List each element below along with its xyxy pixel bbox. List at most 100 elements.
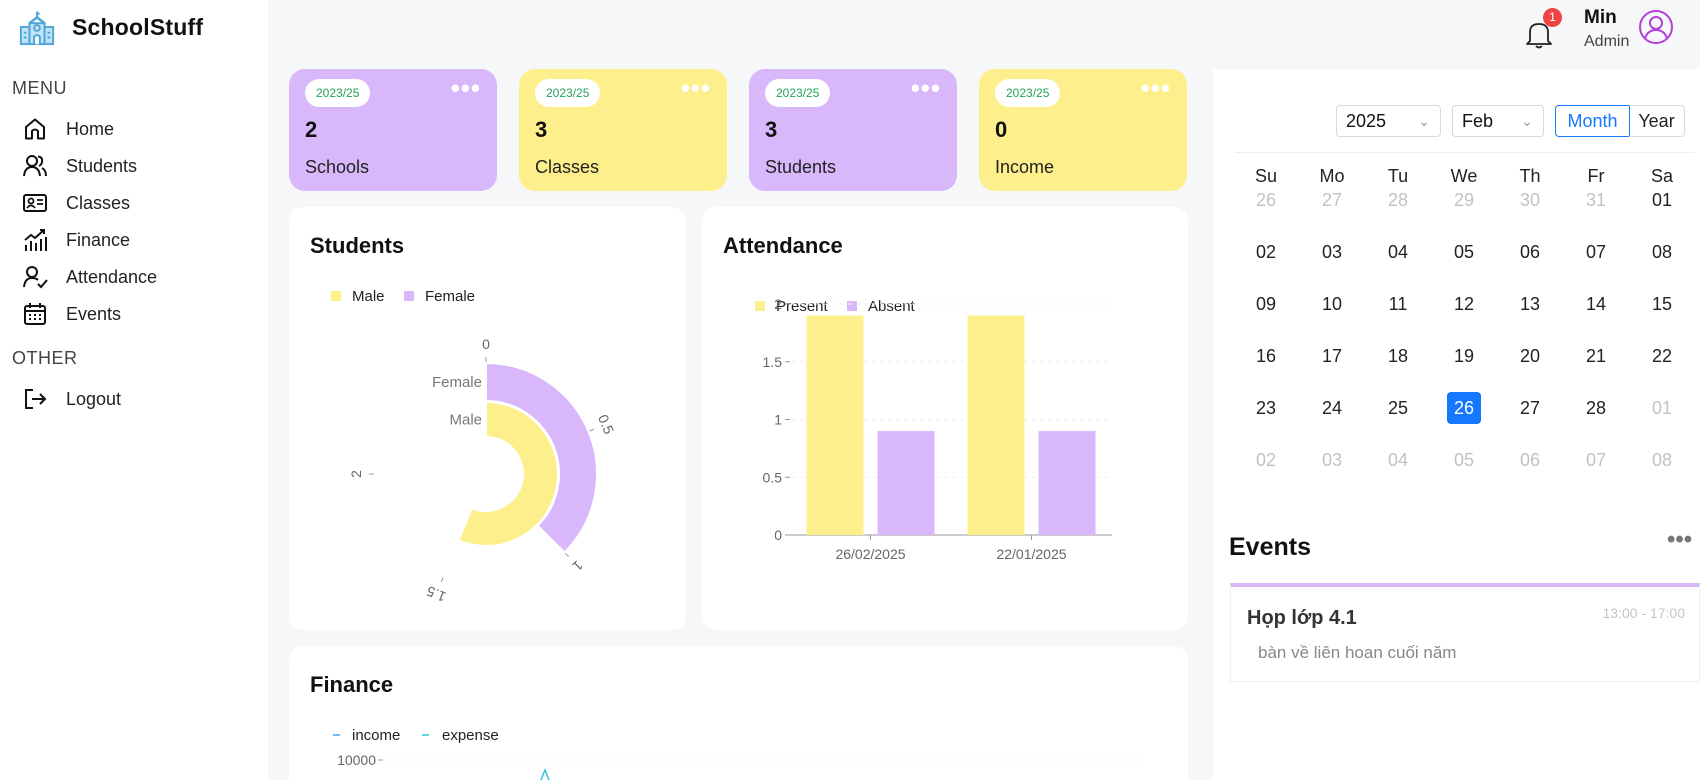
students-panel: Students Male Female Female Male 0 0.5 1 1.5 2 bbox=[289, 207, 686, 630]
stat-card-schools[interactable]: 2023/25 ••• 2 Schools bbox=[289, 69, 497, 191]
calendar-day[interactable]: 12 bbox=[1447, 288, 1481, 320]
calendar-day-selected[interactable]: 26 bbox=[1447, 392, 1481, 424]
radial-tick bbox=[440, 577, 444, 583]
month-select[interactable]: Feb ⌄ bbox=[1452, 105, 1544, 137]
stat-label: Income bbox=[995, 157, 1055, 177]
calendar-day[interactable]: 11 bbox=[1381, 288, 1415, 320]
more-icon[interactable]: ••• bbox=[1141, 73, 1171, 104]
calendar-day[interactable]: 22 bbox=[1645, 340, 1679, 372]
sidebar: SchoolStuff MENU Home Students Classes F… bbox=[0, 0, 268, 780]
stat-card-students[interactable]: 2023/25 ••• 3 Students bbox=[749, 69, 957, 191]
sidebar-item-attendance[interactable]: Attendance bbox=[22, 262, 157, 292]
id-card-icon bbox=[23, 194, 47, 212]
stat-value: 3 bbox=[765, 117, 778, 142]
calendar-day[interactable]: 19 bbox=[1447, 340, 1481, 372]
calendar-day[interactable]: 27 bbox=[1513, 392, 1547, 424]
user-role: Admin bbox=[1584, 33, 1630, 50]
calendar-day[interactable]: 06 bbox=[1513, 236, 1547, 268]
calendar-day[interactable]: 16 bbox=[1249, 340, 1283, 372]
bar-present[interactable] bbox=[967, 315, 1025, 535]
x-tick-label: 22/01/2025 bbox=[996, 546, 1066, 562]
more-icon[interactable]: ••• bbox=[1667, 526, 1692, 554]
students-radial-chart: Male Female Female Male 0 0.5 1 1.5 2 bbox=[331, 288, 617, 605]
year-badge: 2023/25 bbox=[765, 79, 831, 107]
finance-chart-icon bbox=[24, 229, 47, 251]
bar-absent[interactable] bbox=[877, 431, 935, 535]
sidebar-item-label: Logout bbox=[66, 388, 122, 409]
calendar-day[interactable]: 07 bbox=[1579, 236, 1613, 268]
sidebar-item-logout[interactable]: Logout bbox=[22, 384, 121, 414]
logout-icon bbox=[25, 389, 47, 409]
event-time: 13:00 - 17:00 bbox=[1602, 605, 1685, 621]
y-tick-label: 0.5 bbox=[763, 469, 783, 485]
calendar-day[interactable]: 04 bbox=[1381, 444, 1415, 476]
calendar-day[interactable]: 25 bbox=[1381, 392, 1415, 424]
legend-swatch-male bbox=[331, 291, 341, 301]
calendar-day[interactable]: 05 bbox=[1447, 236, 1481, 268]
legend-label-male: Male bbox=[352, 288, 385, 305]
y-tick-label: 1 bbox=[774, 412, 782, 428]
calendar-day[interactable]: 17 bbox=[1315, 340, 1349, 372]
calendar-day[interactable]: 18 bbox=[1381, 340, 1415, 372]
calendar-day[interactable]: 07 bbox=[1579, 444, 1613, 476]
month-mode-button[interactable]: Month bbox=[1555, 105, 1630, 137]
calendar-day[interactable]: 08 bbox=[1645, 236, 1679, 268]
sidebar-item-events[interactable]: Events bbox=[22, 299, 121, 329]
calendar-day[interactable]: 26 bbox=[1249, 184, 1283, 216]
calendar-day[interactable]: 08 bbox=[1645, 444, 1679, 476]
calendar-day[interactable]: 09 bbox=[1249, 288, 1283, 320]
more-icon[interactable]: ••• bbox=[681, 73, 711, 104]
calendar-day[interactable]: 21 bbox=[1579, 340, 1613, 372]
calendar-day[interactable]: 02 bbox=[1249, 444, 1283, 476]
calendar-day[interactable]: 06 bbox=[1513, 444, 1547, 476]
calendar-day[interactable]: 14 bbox=[1579, 288, 1613, 320]
calendar-day[interactable]: 27 bbox=[1315, 184, 1349, 216]
sidebar-item-students[interactable]: Students bbox=[22, 151, 137, 181]
y-tick-label: 0 bbox=[774, 527, 782, 543]
app-logo[interactable]: SchoolStuff bbox=[18, 8, 203, 46]
sidebar-item-classes[interactable]: Classes bbox=[22, 188, 130, 218]
year-mode-button[interactable]: Year bbox=[1629, 105, 1685, 137]
sidebar-item-finance[interactable]: Finance bbox=[22, 225, 130, 255]
legend-label-expense: expense bbox=[442, 727, 499, 744]
calendar-day[interactable]: 01 bbox=[1645, 392, 1679, 424]
stat-card-income[interactable]: 2023/25 ••• 0 Income bbox=[979, 69, 1187, 191]
sidebar-item-home[interactable]: Home bbox=[22, 114, 114, 144]
event-card[interactable]: Họp lớp 4.1 13:00 - 17:00 bàn về liên ho… bbox=[1230, 583, 1700, 682]
calendar-day[interactable]: 24 bbox=[1315, 392, 1349, 424]
user-avatar-icon[interactable] bbox=[1638, 9, 1674, 45]
radial-tick-label: 0.5 bbox=[595, 412, 617, 436]
home-icon bbox=[25, 118, 45, 140]
y-tick-label: 10000 bbox=[337, 752, 376, 768]
calendar-day[interactable]: 23 bbox=[1249, 392, 1283, 424]
calendar-day[interactable]: 05 bbox=[1447, 444, 1481, 476]
calendar-day[interactable]: 10 bbox=[1315, 288, 1349, 320]
calendar-day[interactable]: 04 bbox=[1381, 236, 1415, 268]
radial-tick bbox=[564, 552, 570, 558]
calendar-day[interactable]: 31 bbox=[1579, 184, 1613, 216]
bar-present[interactable] bbox=[806, 315, 864, 535]
other-heading: OTHER bbox=[12, 348, 78, 368]
attendance-panel: Attendance Present Absent 0 0.5 1 1.5 2 26/02… bbox=[702, 207, 1188, 630]
radial-tick-label: 1.5 bbox=[424, 583, 448, 605]
more-icon[interactable]: ••• bbox=[911, 73, 941, 104]
calendar-day[interactable]: 03 bbox=[1315, 236, 1349, 268]
calendar-day[interactable]: 30 bbox=[1513, 184, 1547, 216]
calendar-day[interactable]: 28 bbox=[1579, 392, 1613, 424]
more-icon[interactable]: ••• bbox=[451, 73, 481, 104]
stat-card-classes[interactable]: 2023/25 ••• 3 Classes bbox=[519, 69, 727, 191]
bar-absent[interactable] bbox=[1038, 431, 1096, 535]
calendar-day[interactable]: 29 bbox=[1447, 184, 1481, 216]
year-select[interactable]: 2025 ⌄ bbox=[1336, 105, 1441, 137]
calendar-day[interactable]: 13 bbox=[1513, 288, 1547, 320]
legend-swatch-female bbox=[404, 291, 414, 301]
calendar-day[interactable]: 15 bbox=[1645, 288, 1679, 320]
calendar-day[interactable]: 03 bbox=[1315, 444, 1349, 476]
calendar-day[interactable]: 01 bbox=[1645, 184, 1679, 216]
expense-line bbox=[540, 767, 550, 780]
chevron-down-icon: ⌄ bbox=[1521, 113, 1533, 129]
calendar-day[interactable]: 20 bbox=[1513, 340, 1547, 372]
calendar-day[interactable]: 02 bbox=[1249, 236, 1283, 268]
calendar-day[interactable]: 28 bbox=[1381, 184, 1415, 216]
students-chart-marks: Female Male 0 0.5 1 1.5 2 bbox=[348, 336, 617, 605]
